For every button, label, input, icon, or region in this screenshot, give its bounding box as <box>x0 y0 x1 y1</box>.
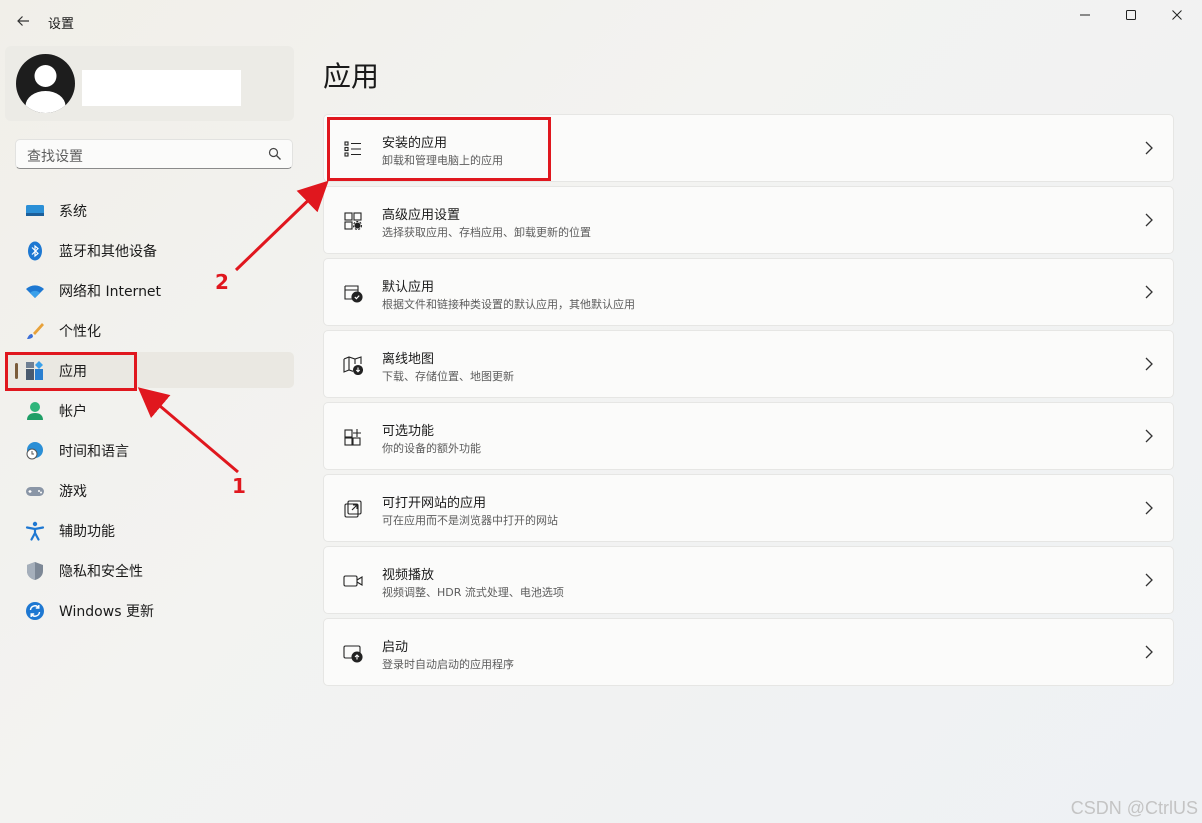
arrow-2 <box>234 180 329 272</box>
annotation-label-2: 2 <box>215 270 229 294</box>
arrow-1 <box>137 387 239 474</box>
annotation-label-1: 1 <box>232 474 246 498</box>
watermark: CSDN @CtrlUS <box>1070 798 1198 818</box>
annotation-arrows <box>137 180 329 474</box>
